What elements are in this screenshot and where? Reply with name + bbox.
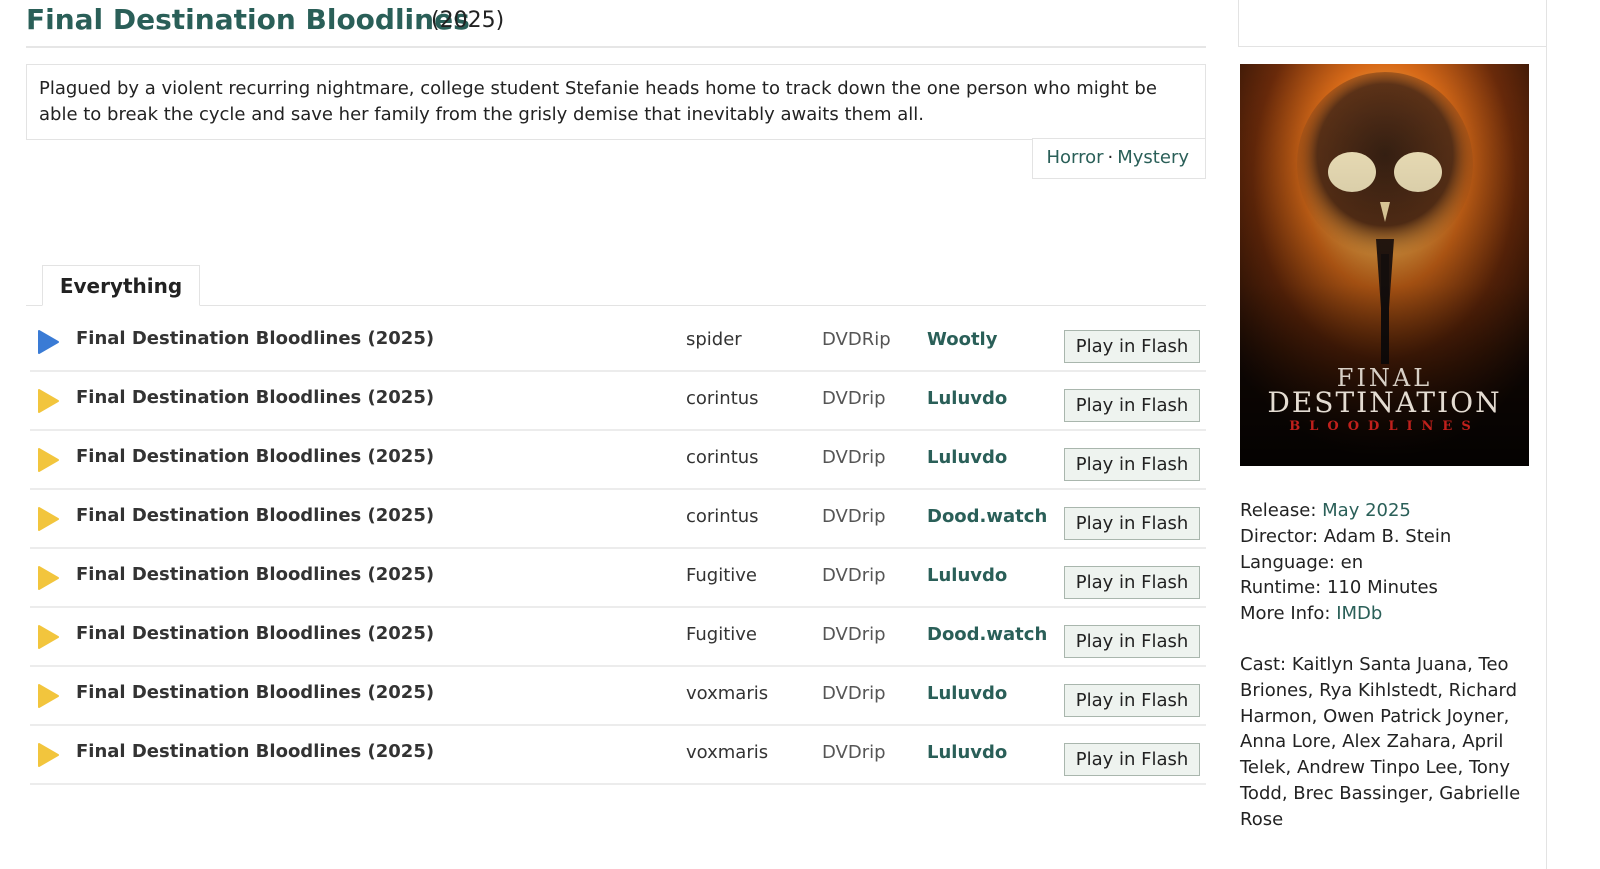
row-uploader: corintus bbox=[686, 388, 759, 409]
play-icon[interactable] bbox=[36, 506, 60, 532]
play-in-flash-button[interactable]: Play in Flash bbox=[1064, 684, 1200, 717]
row-uploader: corintus bbox=[686, 506, 759, 527]
release-link[interactable]: May 2025 bbox=[1322, 500, 1411, 521]
play-in-flash-button[interactable]: Play in Flash bbox=[1064, 389, 1200, 422]
more-info-label: More Info: bbox=[1240, 603, 1331, 625]
movie-info: Release: May 2025 Director: Adam B. Stei… bbox=[1240, 498, 1520, 627]
row-title[interactable]: Final Destination Bloodlines (2025) bbox=[76, 741, 434, 762]
cast-member-link[interactable]: Kaitlyn Santa Juana bbox=[1292, 654, 1467, 675]
row-quality: DVDrip bbox=[822, 683, 886, 704]
synopsis-box: Plagued by a violent recurring nightmare… bbox=[26, 64, 1206, 140]
poster-title-line2: DESTINATION bbox=[1267, 386, 1501, 419]
play-in-flash-button[interactable]: Play in Flash bbox=[1064, 507, 1200, 540]
play-icon-blue[interactable] bbox=[36, 329, 60, 355]
play-icon[interactable] bbox=[36, 742, 60, 768]
table-row[interactable]: Final Destination Bloodlines (2025) corin… bbox=[30, 431, 1206, 490]
cast-list: Cast: Kaitlyn Santa Juana, Teo Briones, … bbox=[1240, 654, 1521, 830]
row-title[interactable]: Final Destination Bloodlines (2025) bbox=[76, 328, 434, 349]
row-uploader: Fugitive bbox=[686, 624, 757, 645]
release-label: Release: bbox=[1240, 500, 1317, 521]
cast-member-link[interactable]: Anna Lore bbox=[1240, 731, 1331, 752]
play-in-flash-button[interactable]: Play in Flash bbox=[1064, 566, 1200, 599]
genre-box: Horror · Mystery bbox=[1032, 138, 1206, 179]
table-row[interactable]: Final Destination Bloodlines (2025) spide… bbox=[30, 313, 1206, 372]
play-in-flash-button[interactable]: Play in Flash bbox=[1064, 743, 1200, 776]
row-quality: DVDrip bbox=[822, 624, 886, 645]
table-row[interactable]: Final Destination Bloodlines (2025) Fugit… bbox=[30, 608, 1206, 667]
poster-title-line3: BLOODLINES bbox=[1289, 419, 1479, 434]
row-quality: DVDRip bbox=[822, 329, 891, 350]
play-icon[interactable] bbox=[36, 565, 60, 591]
sidebar-header bbox=[1238, 0, 1547, 47]
director-line: Director: Adam B. Stein bbox=[1240, 524, 1520, 550]
row-uploader: Fugitive bbox=[686, 565, 757, 586]
imdb-link[interactable]: IMDb bbox=[1336, 603, 1382, 624]
row-title[interactable]: Final Destination Bloodlines (2025) bbox=[76, 623, 434, 644]
language-label: Language: bbox=[1240, 551, 1335, 573]
runtime-label: Runtime: bbox=[1240, 577, 1322, 599]
row-host-link[interactable]: Luluvdo bbox=[927, 447, 1007, 468]
movie-year: (2025) bbox=[431, 8, 505, 33]
language-value: en bbox=[1340, 551, 1364, 573]
cast-member-link[interactable]: Owen Patrick Joyner bbox=[1323, 706, 1504, 727]
title-row: Final Destination Bloodlines (2025) bbox=[26, 0, 1206, 48]
row-uploader: corintus bbox=[686, 447, 759, 468]
genre-link-mystery[interactable]: Mystery bbox=[1117, 147, 1189, 168]
row-quality: DVDrip bbox=[822, 506, 886, 527]
cast-label: Cast: bbox=[1240, 654, 1287, 675]
sidebar-border bbox=[1546, 47, 1547, 869]
genre-list: Horror · Mystery bbox=[1046, 147, 1189, 168]
row-uploader: spider bbox=[686, 329, 742, 350]
table-row[interactable]: Final Destination Bloodlines (2025) voxma… bbox=[30, 667, 1206, 726]
play-in-flash-button[interactable]: Play in Flash bbox=[1064, 330, 1200, 363]
table-row[interactable]: Final Destination Bloodlines (2025) corin… bbox=[30, 490, 1206, 549]
genre-link-horror[interactable]: Horror bbox=[1046, 147, 1103, 168]
page-title: Final Destination Bloodlines bbox=[26, 3, 470, 36]
row-host-link[interactable]: Luluvdo bbox=[927, 565, 1007, 586]
row-title[interactable]: Final Destination Bloodlines (2025) bbox=[76, 387, 434, 408]
table-row[interactable]: Final Destination Bloodlines (2025) Fugit… bbox=[30, 549, 1206, 608]
row-host-link[interactable]: Luluvdo bbox=[927, 742, 1007, 763]
row-uploader: voxmaris bbox=[686, 683, 769, 704]
play-icon[interactable] bbox=[36, 447, 60, 473]
play-icon[interactable] bbox=[36, 388, 60, 414]
row-title[interactable]: Final Destination Bloodlines (2025) bbox=[76, 446, 434, 467]
row-title[interactable]: Final Destination Bloodlines (2025) bbox=[76, 505, 434, 526]
links-table: Final Destination Bloodlines (2025) spide… bbox=[30, 313, 1206, 785]
play-in-flash-button[interactable]: Play in Flash bbox=[1064, 625, 1200, 658]
row-title[interactable]: Final Destination Bloodlines (2025) bbox=[76, 682, 434, 703]
cast-member-link[interactable]: Rya Kihlstedt bbox=[1319, 680, 1437, 701]
row-title[interactable]: Final Destination Bloodlines (2025) bbox=[76, 564, 434, 585]
play-in-flash-button[interactable]: Play in Flash bbox=[1064, 448, 1200, 481]
more-info-line: More Info: IMDb bbox=[1240, 601, 1520, 627]
tab-everything[interactable]: Everything bbox=[42, 265, 200, 306]
genre-separator: · bbox=[1107, 147, 1114, 168]
play-icon[interactable] bbox=[36, 624, 60, 650]
row-quality: DVDrip bbox=[822, 565, 886, 586]
tabs-divider bbox=[26, 305, 1206, 306]
row-host-link[interactable]: Dood.watch bbox=[927, 624, 1047, 645]
runtime-line: Runtime: 110 Minutes bbox=[1240, 575, 1520, 601]
director-label: Director: bbox=[1240, 525, 1319, 547]
table-row[interactable]: Final Destination Bloodlines (2025) corin… bbox=[30, 372, 1206, 431]
row-host-link[interactable]: Wootly bbox=[927, 329, 997, 350]
row-uploader: voxmaris bbox=[686, 742, 769, 763]
language-line: Language: en bbox=[1240, 550, 1520, 576]
row-host-link[interactable]: Luluvdo bbox=[927, 683, 1007, 704]
row-quality: DVDrip bbox=[822, 447, 886, 468]
cast-member-link[interactable]: Andrew Tinpo Lee bbox=[1297, 757, 1458, 778]
row-host-link[interactable]: Luluvdo bbox=[927, 388, 1007, 409]
runtime-value: 110 Minutes bbox=[1326, 577, 1438, 599]
table-row[interactable]: Final Destination Bloodlines (2025) voxma… bbox=[30, 726, 1206, 785]
director-value: Adam B. Stein bbox=[1323, 525, 1452, 547]
cast-member-link[interactable]: Alex Zahara bbox=[1342, 731, 1451, 752]
cast-member-link[interactable]: Brec Bassinger bbox=[1293, 783, 1428, 804]
synopsis: Plagued by a violent recurring nightmare… bbox=[39, 78, 1157, 125]
row-quality: DVDrip bbox=[822, 388, 886, 409]
row-host-link[interactable]: Dood.watch bbox=[927, 506, 1047, 527]
movie-poster: FINAL DESTINATION BLOODLINES bbox=[1240, 64, 1529, 466]
row-quality: DVDrip bbox=[822, 742, 886, 763]
play-icon[interactable] bbox=[36, 683, 60, 709]
release-line: Release: May 2025 bbox=[1240, 498, 1520, 524]
